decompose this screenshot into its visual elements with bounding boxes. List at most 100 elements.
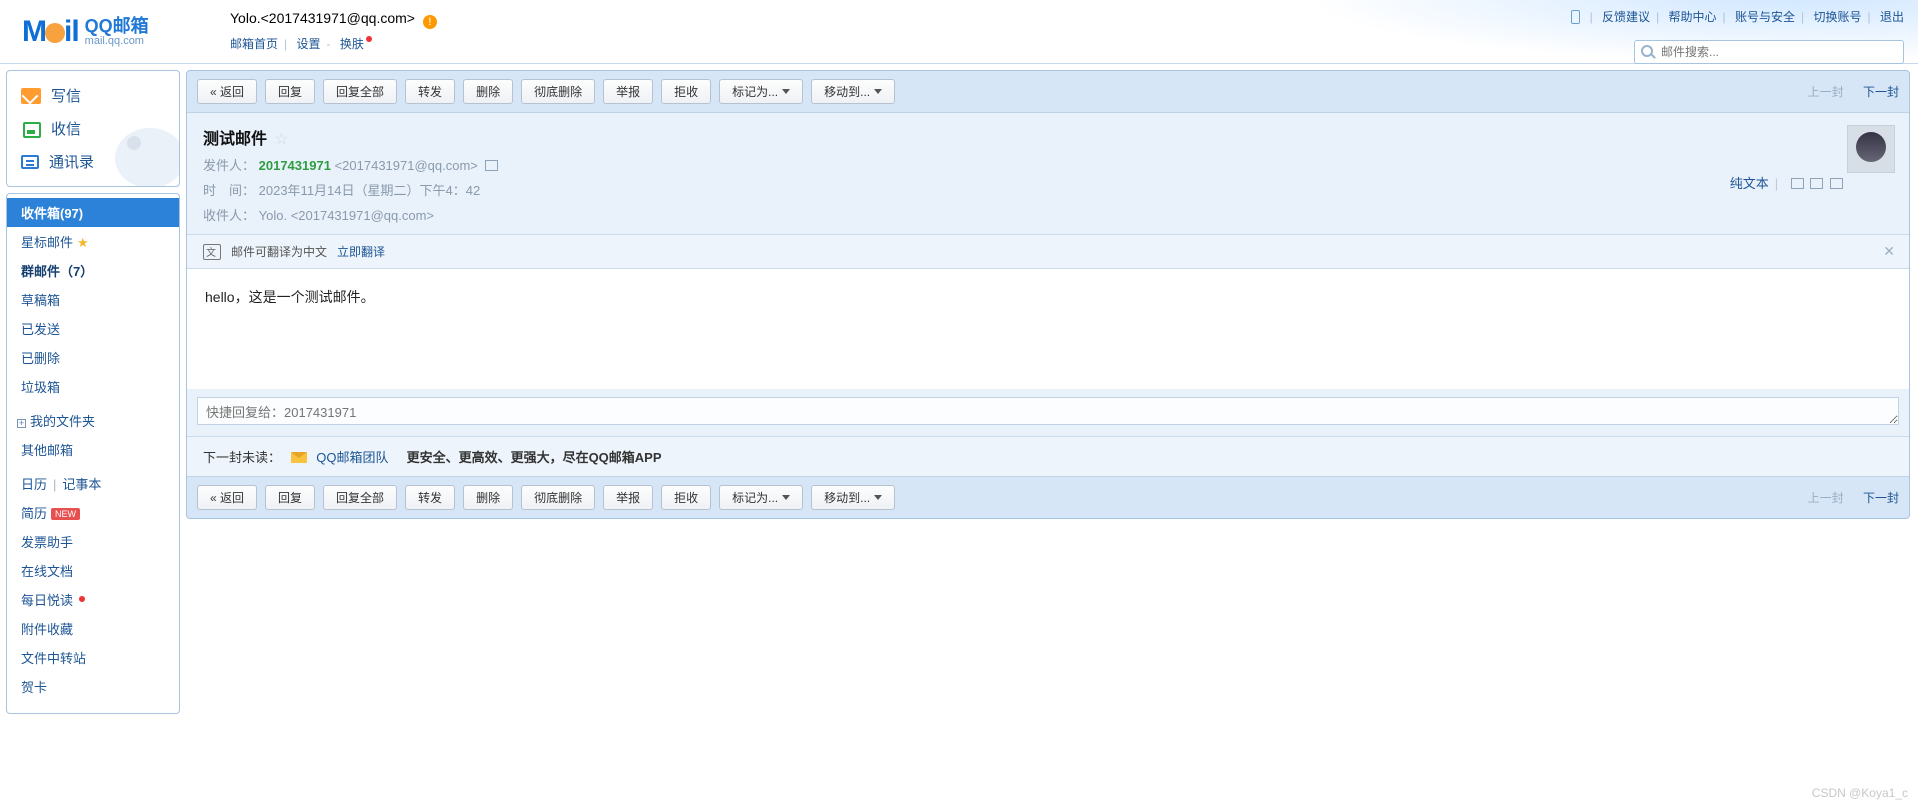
from-label: 发件人： bbox=[203, 158, 255, 173]
print-icon[interactable] bbox=[1830, 178, 1843, 189]
folder-list: 收件箱(97) 星标邮件★ 群邮件（7） 草稿箱 已发送 已删除 垃圾箱 +我的… bbox=[6, 193, 180, 714]
move-to-button[interactable]: 移动到... bbox=[811, 79, 895, 104]
forward-button[interactable]: 转发 bbox=[405, 485, 455, 510]
folder-my-folders[interactable]: +我的文件夹 bbox=[7, 406, 179, 435]
link-logout[interactable]: 退出 bbox=[1880, 10, 1904, 24]
folder-junk[interactable]: 垃圾箱 bbox=[7, 372, 179, 401]
chevron-down-icon bbox=[874, 495, 882, 500]
mail-header: 测试邮件 ☆ 发件人： 2017431971 <2017431971@qq.co… bbox=[187, 112, 1909, 234]
mark-as-button[interactable]: 标记为... bbox=[719, 485, 803, 510]
link-attachments[interactable]: 附件收藏 bbox=[7, 614, 179, 643]
next-unread-sender[interactable]: QQ邮箱团队 bbox=[316, 450, 388, 465]
prev-mail-link: 上一封 bbox=[1808, 489, 1844, 506]
chevron-down-icon bbox=[782, 495, 790, 500]
folder-drafts[interactable]: 草稿箱 bbox=[7, 285, 179, 314]
reply-button[interactable]: 回复 bbox=[265, 79, 315, 104]
link-notes[interactable]: 记事本 bbox=[62, 477, 101, 492]
search-icon bbox=[1641, 45, 1653, 57]
delete-button[interactable]: 删除 bbox=[463, 79, 513, 104]
encoding-icon[interactable] bbox=[1810, 178, 1823, 189]
folder-deleted[interactable]: 已删除 bbox=[7, 343, 179, 372]
window-icon[interactable] bbox=[1791, 178, 1804, 189]
move-to-button[interactable]: 移动到... bbox=[811, 485, 895, 510]
plain-text-toggle[interactable]: 纯文本 bbox=[1730, 176, 1769, 191]
side-main-panel: 写信 收信 通讯录 bbox=[6, 70, 180, 187]
link-transfer[interactable]: 文件中转站 bbox=[7, 643, 179, 672]
back-button[interactable]: « 返回 bbox=[197, 79, 257, 104]
to-label: 收件人： bbox=[203, 208, 255, 223]
dot-icon bbox=[79, 596, 85, 602]
reply-button[interactable]: 回复 bbox=[265, 485, 315, 510]
link-invoice[interactable]: 发票助手 bbox=[7, 527, 179, 556]
folder-sent[interactable]: 已发送 bbox=[7, 314, 179, 343]
star-toggle[interactable]: ☆ bbox=[274, 131, 288, 148]
link-skin[interactable]: 换肤 bbox=[340, 37, 364, 51]
reject-button[interactable]: 拒收 bbox=[661, 485, 711, 510]
receive-button[interactable]: 收信 bbox=[7, 112, 179, 145]
contacts-button[interactable]: 通讯录 bbox=[7, 145, 179, 178]
delete-forever-button[interactable]: 彻底删除 bbox=[521, 79, 595, 104]
translate-hint: 邮件可翻译为中文 bbox=[231, 243, 327, 260]
watermark: CSDN @Koya1_c bbox=[1812, 786, 1908, 800]
contacts-icon bbox=[21, 155, 39, 169]
link-daily[interactable]: 每日悦读 bbox=[7, 585, 179, 614]
translate-bar: 邮件可翻译为中文 立即翻译 ✕ bbox=[187, 234, 1909, 269]
avatar[interactable] bbox=[1847, 125, 1895, 173]
prev-mail-link: 上一封 bbox=[1808, 83, 1844, 100]
link-docs[interactable]: 在线文档 bbox=[7, 556, 179, 585]
link-switch[interactable]: 切换账号 bbox=[1814, 10, 1862, 24]
link-feedback[interactable]: 反馈建议 bbox=[1602, 10, 1650, 24]
quick-reply-input[interactable] bbox=[197, 397, 1899, 425]
contact-card-icon[interactable] bbox=[485, 160, 498, 171]
next-mail-link[interactable]: 下一封 bbox=[1863, 83, 1899, 100]
folder-starred[interactable]: 星标邮件★ bbox=[7, 227, 179, 256]
link-settings[interactable]: 设置 bbox=[296, 37, 320, 51]
from-addr: <2017431971@qq.com> bbox=[335, 158, 478, 173]
mobile-icon[interactable] bbox=[1571, 10, 1580, 24]
reply-all-button[interactable]: 回复全部 bbox=[323, 79, 397, 104]
link-account[interactable]: 账号与安全 bbox=[1735, 10, 1795, 24]
compose-button[interactable]: 写信 bbox=[7, 79, 179, 112]
next-unread-label: 下一封未读： bbox=[203, 450, 281, 465]
pencil-icon bbox=[21, 88, 41, 104]
from-name[interactable]: 2017431971 bbox=[259, 158, 331, 173]
link-home[interactable]: 邮箱首页 bbox=[230, 37, 278, 51]
delete-button[interactable]: 删除 bbox=[463, 485, 513, 510]
next-mail-link[interactable]: 下一封 bbox=[1863, 489, 1899, 506]
close-icon[interactable]: ✕ bbox=[1883, 243, 1895, 260]
logo-mark: Mil bbox=[22, 15, 79, 49]
next-unread-subject[interactable]: 更安全、更高效、更强大，尽在QQ邮箱APP bbox=[407, 450, 662, 465]
folder-inbox[interactable]: 收件箱(97) bbox=[7, 198, 179, 227]
dot-icon bbox=[366, 36, 372, 42]
search-input[interactable] bbox=[1634, 40, 1904, 64]
translate-action[interactable]: 立即翻译 bbox=[337, 243, 385, 260]
back-button[interactable]: « 返回 bbox=[197, 485, 257, 510]
envelope-icon bbox=[291, 452, 307, 463]
logo[interactable]: Mil QQ邮箱 mail.qq.com bbox=[0, 0, 210, 63]
mail-view: « 返回 回复 回复全部 转发 删除 彻底删除 举报 拒收 标记为... 移动到… bbox=[186, 70, 1910, 519]
star-icon: ★ bbox=[77, 235, 89, 250]
search-box bbox=[1634, 40, 1904, 64]
delete-forever-button[interactable]: 彻底删除 bbox=[521, 485, 595, 510]
to-value: Yolo. <2017431971@qq.com> bbox=[259, 208, 434, 223]
toolbar-top: « 返回 回复 回复全部 转发 删除 彻底删除 举报 拒收 标记为... 移动到… bbox=[187, 71, 1909, 112]
report-button[interactable]: 举报 bbox=[603, 485, 653, 510]
alert-icon[interactable]: ! bbox=[423, 15, 437, 29]
folder-group[interactable]: 群邮件（7） bbox=[7, 256, 179, 285]
link-cards[interactable]: 贺卡 bbox=[7, 672, 179, 701]
chevron-down-icon bbox=[874, 89, 882, 94]
reject-button[interactable]: 拒收 bbox=[661, 79, 711, 104]
forward-button[interactable]: 转发 bbox=[405, 79, 455, 104]
link-resume[interactable]: 简历NEW bbox=[7, 498, 179, 527]
next-unread-bar: 下一封未读： QQ邮箱团队 更安全、更高效、更强大，尽在QQ邮箱APP bbox=[187, 436, 1909, 476]
reply-all-button[interactable]: 回复全部 bbox=[323, 485, 397, 510]
app-header: Mil QQ邮箱 mail.qq.com Yolo.<2017431971@qq… bbox=[0, 0, 1918, 64]
link-calendar[interactable]: 日历 bbox=[21, 477, 47, 492]
report-button[interactable]: 举报 bbox=[603, 79, 653, 104]
inbox-icon bbox=[21, 121, 41, 137]
expand-icon[interactable]: + bbox=[17, 419, 26, 428]
time-value: 2023年11月14日（星期二）下午4：42 bbox=[259, 183, 481, 198]
folder-other-mail[interactable]: 其他邮箱 bbox=[7, 435, 179, 464]
link-help[interactable]: 帮助中心 bbox=[1669, 10, 1717, 24]
mark-as-button[interactable]: 标记为... bbox=[719, 79, 803, 104]
